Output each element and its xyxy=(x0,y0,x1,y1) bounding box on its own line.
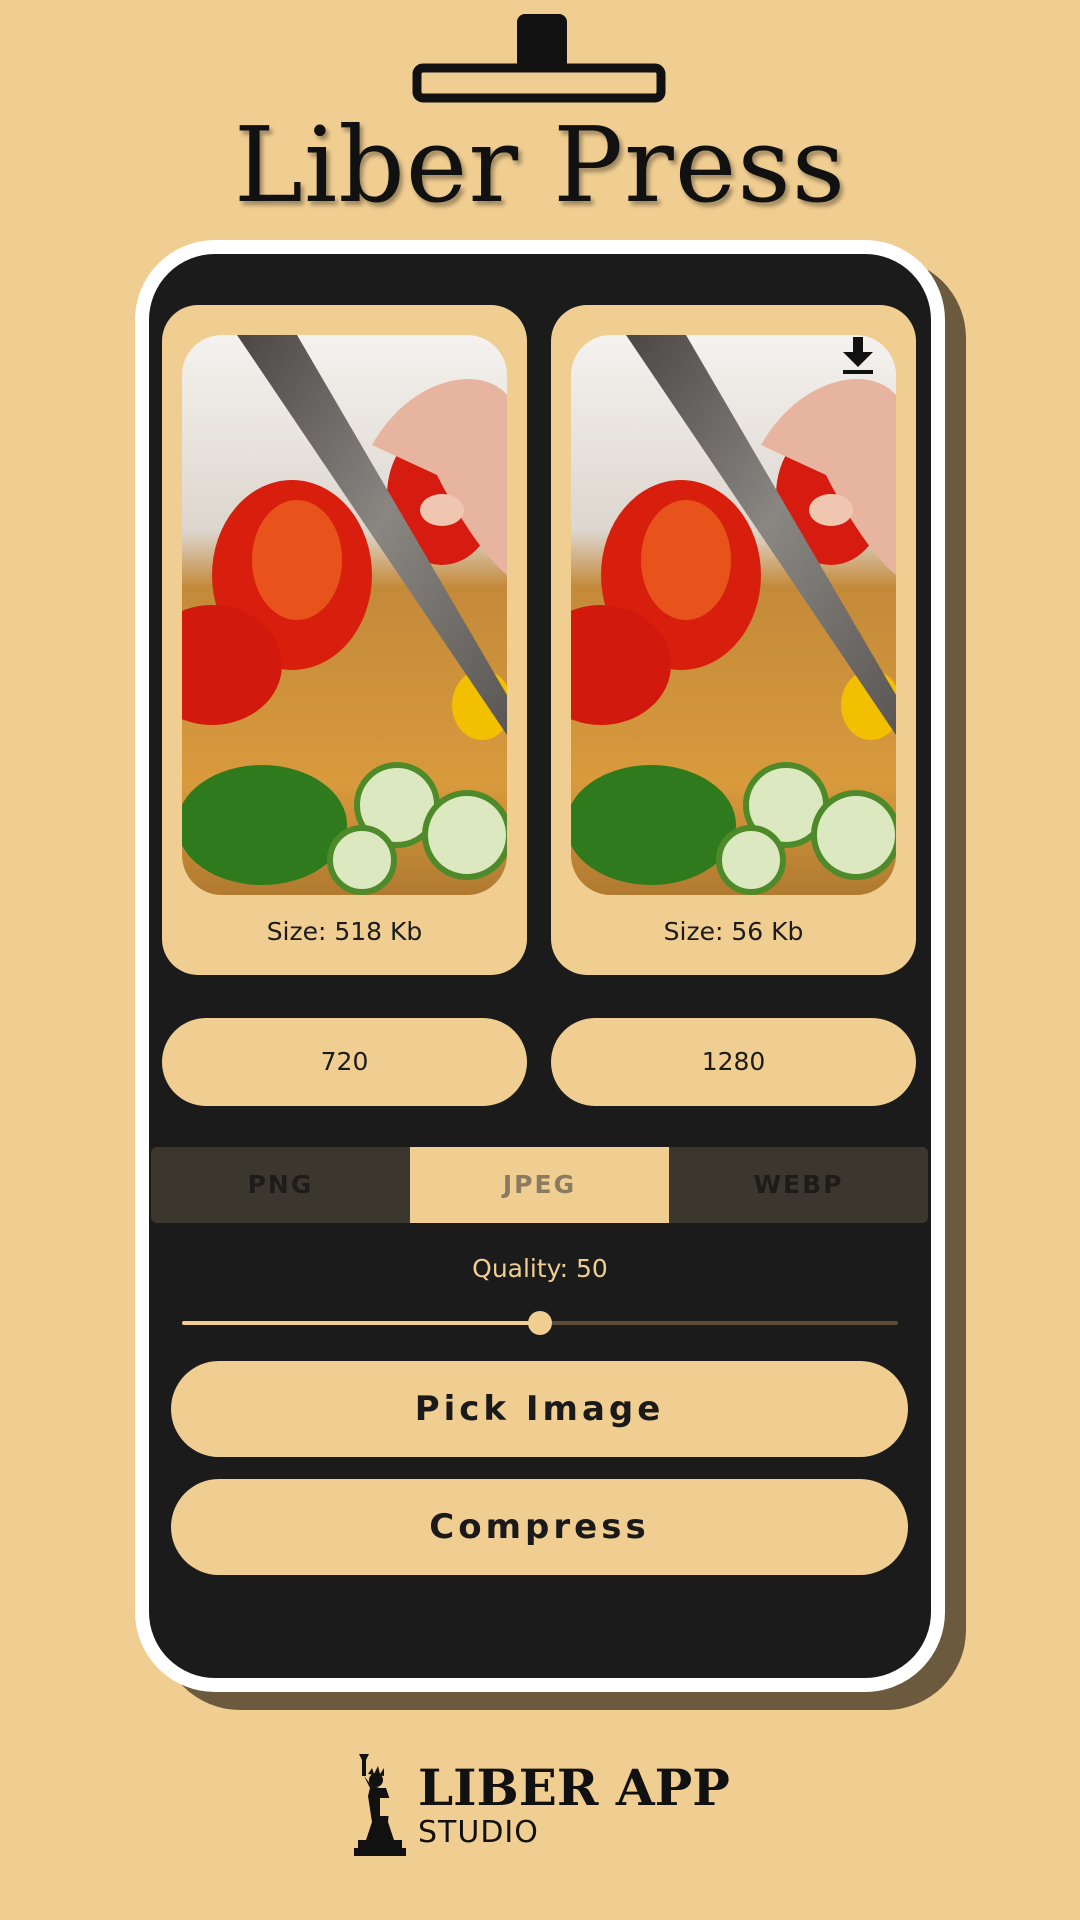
height-field[interactable]: 1280 xyxy=(551,1018,916,1106)
quality-slider-thumb[interactable] xyxy=(528,1311,552,1335)
original-size-label: Size: 518 Kb xyxy=(266,917,423,946)
footer-brand: LIBER APP xyxy=(418,1758,730,1817)
format-selector: PNG JPEG WEBP xyxy=(151,1147,928,1223)
tab-png[interactable]: PNG xyxy=(151,1147,410,1223)
original-preview-card: Size: 518 Kb xyxy=(162,305,527,975)
pick-image-button[interactable]: Pick Image xyxy=(171,1361,908,1457)
compressed-preview-card: Size: 56 Kb xyxy=(551,305,916,975)
compressed-size-label: Size: 56 Kb xyxy=(663,917,804,946)
tab-webp[interactable]: WEBP xyxy=(669,1147,928,1223)
original-image[interactable] xyxy=(182,335,507,895)
download-icon[interactable] xyxy=(840,335,876,375)
quality-slider-track[interactable] xyxy=(540,1321,898,1325)
footer-logo: LIBER APP STUDIO xyxy=(350,1752,750,1862)
compress-button[interactable]: Compress xyxy=(171,1479,908,1575)
compressed-image[interactable] xyxy=(571,335,896,895)
tab-jpeg[interactable]: JPEG xyxy=(410,1147,669,1223)
quality-label: Quality: 50 xyxy=(472,1254,608,1283)
statue-of-liberty-icon xyxy=(350,1752,410,1858)
footer-sub: STUDIO xyxy=(418,1815,539,1850)
press-logo-icon xyxy=(412,14,666,104)
app-title: Liber Press xyxy=(233,104,847,226)
width-field[interactable]: 720 xyxy=(162,1018,527,1106)
quality-slider-track-filled[interactable] xyxy=(182,1321,540,1325)
